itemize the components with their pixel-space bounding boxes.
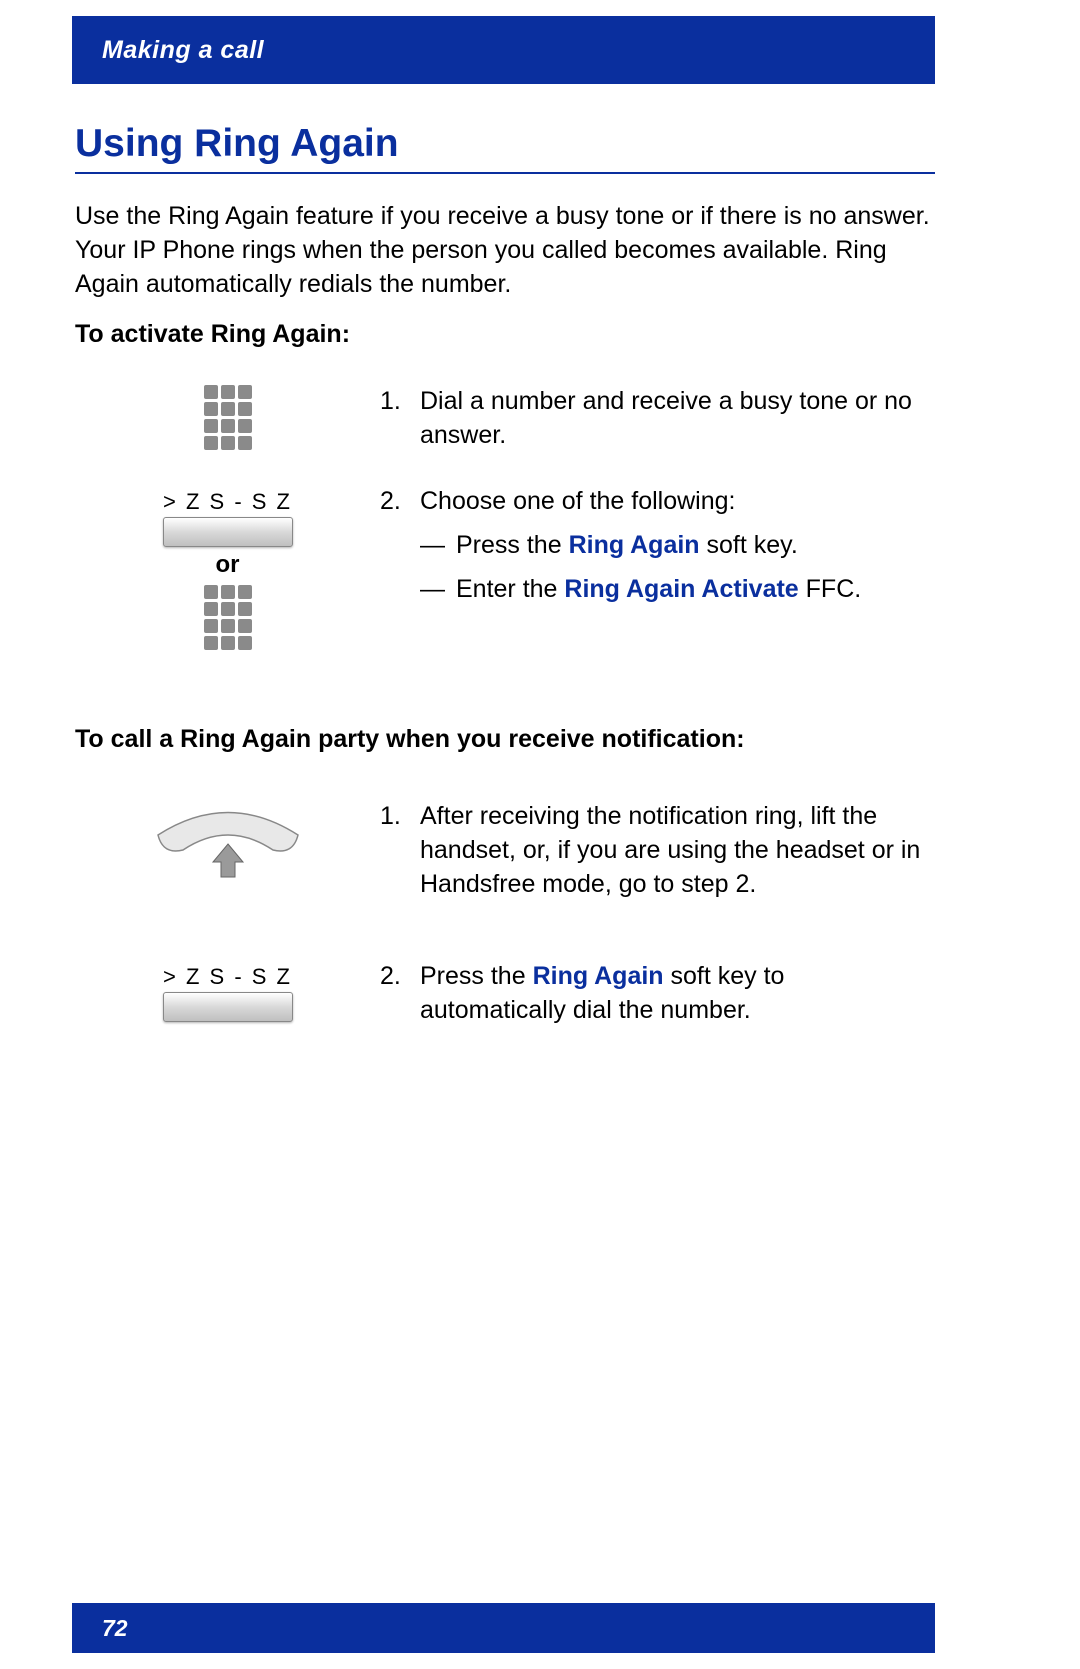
page-number: 72 bbox=[102, 1615, 128, 1642]
bullet-1: — Press the Ring Again soft key. bbox=[420, 529, 935, 563]
call-step-1: 1. After receiving the notification ring… bbox=[75, 800, 935, 901]
header-bar: Making a call bbox=[72, 16, 935, 84]
bullet-text-pre: Enter the bbox=[456, 575, 564, 603]
subheading-call-party: To call a Ring Again party when you rece… bbox=[75, 725, 745, 754]
section-title: Making a call bbox=[102, 36, 264, 65]
softkey-icon bbox=[163, 517, 293, 547]
step-number: 1. bbox=[380, 800, 420, 901]
call-step-2: > Z S - S Z 2. Press the Ring Again soft… bbox=[75, 960, 935, 1028]
step-intro: Choose one of the following: bbox=[420, 485, 935, 519]
bullet-text-post: FFC. bbox=[799, 575, 862, 603]
bullet-2: — Enter the Ring Again Activate FFC. bbox=[420, 573, 935, 607]
ring-again-key: Ring Again bbox=[569, 531, 700, 559]
activate-step-1: 1. Dial a number and receive a busy tone… bbox=[75, 385, 935, 453]
bullet-text-post: soft key. bbox=[700, 531, 798, 559]
step-number: 2. bbox=[380, 960, 420, 1028]
dash-icon: — bbox=[420, 529, 456, 563]
ring-again-activate-key: Ring Again Activate bbox=[564, 575, 798, 603]
activate-step-2: > Z S - S Z or 2. Choose one of the foll… bbox=[75, 485, 935, 650]
softkey-code-label: > Z S - S Z bbox=[163, 964, 292, 990]
step-number: 1. bbox=[380, 385, 420, 453]
intro-paragraph: Use the Ring Again feature if you receiv… bbox=[75, 200, 935, 301]
page-title: Using Ring Again bbox=[75, 122, 935, 174]
step-text: After receiving the notification ring, l… bbox=[420, 800, 935, 901]
footer-bar: 72 bbox=[72, 1603, 935, 1653]
lift-handset-icon bbox=[143, 800, 313, 885]
dash-icon: — bbox=[420, 573, 456, 607]
ring-again-key: Ring Again bbox=[533, 962, 664, 990]
softkey-code-label: > Z S - S Z bbox=[163, 489, 292, 515]
step-number: 2. bbox=[380, 485, 420, 650]
bullet-text-pre: Press the bbox=[456, 531, 569, 559]
keypad-icon bbox=[204, 385, 252, 450]
keypad-icon bbox=[204, 585, 252, 650]
or-label: or bbox=[216, 551, 240, 579]
subheading-activate: To activate Ring Again: bbox=[75, 320, 350, 349]
step-text: Dial a number and receive a busy tone or… bbox=[420, 385, 935, 453]
step-text-pre: Press the bbox=[420, 962, 533, 990]
softkey-icon bbox=[163, 992, 293, 1022]
